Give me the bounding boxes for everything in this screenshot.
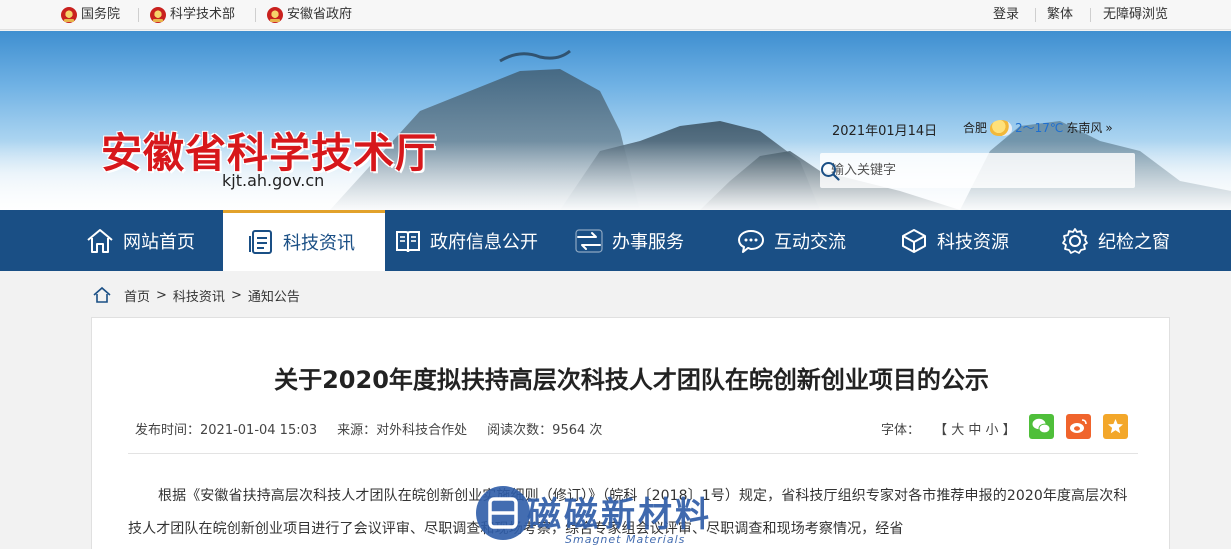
breadcrumb-home[interactable]: 首页 [124,286,150,305]
cube-icon [902,228,926,253]
nav-gov-info[interactable]: 政府信息公开 [394,210,538,271]
national-emblem-icon [150,7,166,23]
favorite-icon [1108,419,1123,434]
weather-wind: 东南风 [1066,121,1103,135]
weibo-share-button[interactable] [1066,414,1091,439]
accessibility-link[interactable]: 无障碍浏览 [1103,0,1168,30]
main-nav: 网站首页 科技资讯 政府信息公开 办事服务 互动交流 科技资源 纪检之窗 [0,210,1231,271]
home-icon [87,228,113,253]
document-icon [249,230,272,254]
font-size-label: 字体： [881,423,921,438]
nav-tech-news[interactable]: 科技资讯 [223,210,385,271]
nav-home[interactable]: 网站首页 [85,210,195,271]
sun-cloud-icon [990,119,1013,136]
breadcrumb-separator: > [230,287,242,303]
weather-temp: 2～17℃ [1015,121,1064,135]
watermark-logo [476,486,530,540]
current-date: 2021年01月14日 [832,124,938,139]
top-bar: 国务院 科学技术部 安徽省政府 登录 繁体 无障碍浏览 [0,0,1231,30]
article-source: 来源：对外科技合作处 [337,423,468,438]
home-icon [93,286,111,303]
view-count: 阅读次数：9564 次 [487,423,603,438]
search-input[interactable] [820,153,1100,188]
national-emblem-icon [267,7,283,23]
link-most[interactable]: 科学技术部 [150,0,235,30]
breadcrumb-separator: > [156,287,167,303]
watermark: 磁磁新材料 Smagnet Materials [465,477,765,549]
watermark-name: 磁磁新材料 [527,495,712,535]
site-title: 安徽省科学技术厅 [101,129,437,177]
wechat-icon [1032,418,1051,434]
search-icon[interactable] [820,161,840,181]
site-domain: kjt.ah.gov.cn [222,171,325,190]
link-state-council[interactable]: 国务院 [61,0,120,30]
divider [1090,8,1091,22]
nav-tech-resources[interactable]: 科技资源 [899,210,1009,271]
watermark-subtitle: Smagnet Materials [565,533,686,546]
link-anhui-government[interactable]: 安徽省政府 [267,0,352,30]
login-link[interactable]: 登录 [993,0,1019,30]
traditional-chinese-link[interactable]: 繁体 [1047,0,1073,30]
service-icon [575,228,603,253]
article-meta: 发布时间：2021-01-04 15:03 来源：对外科技合作处 阅读次数：95… [135,419,602,438]
weather-widget: 合肥 2～17℃ 东南风 » [963,119,1113,136]
weather-city: 合肥 [963,121,988,135]
gear-icon [1062,227,1088,254]
book-icon [396,230,420,252]
font-size-control: 字体： 【 大 中 小 】 [881,419,1016,438]
nav-interaction[interactable]: 互动交流 [736,210,846,271]
divider [255,8,256,22]
wechat-share-button[interactable] [1029,414,1054,439]
national-emblem-icon [61,7,77,23]
divider [128,453,1138,454]
font-size-options[interactable]: 【 大 中 小 】 [934,423,1016,438]
breadcrumb-notices[interactable]: 通知公告 [248,286,300,305]
weibo-icon [1070,419,1087,433]
divider [138,8,139,22]
breadcrumb-tech-news[interactable]: 科技资讯 [173,286,225,305]
search-box [820,153,1135,188]
nav-services[interactable]: 办事服务 [574,210,684,271]
weather-more-link[interactable]: » [1105,121,1112,135]
divider [1035,8,1036,22]
publish-date: 发布时间：2021-01-04 15:03 [135,423,318,438]
favorite-share-button[interactable] [1103,414,1128,439]
nav-discipline[interactable]: 纪检之窗 [1060,210,1170,271]
breadcrumb: 首页 > 科技资讯 > 通知公告 [92,284,300,306]
header-banner: 安徽省科学技术厅 kjt.ah.gov.cn 2021年01月14日 合肥 2～… [0,31,1231,210]
chat-icon [738,229,764,253]
article-title: 关于2020年度拟扶持高层次科技人才团队在皖创新创业项目的公示 [274,366,989,394]
